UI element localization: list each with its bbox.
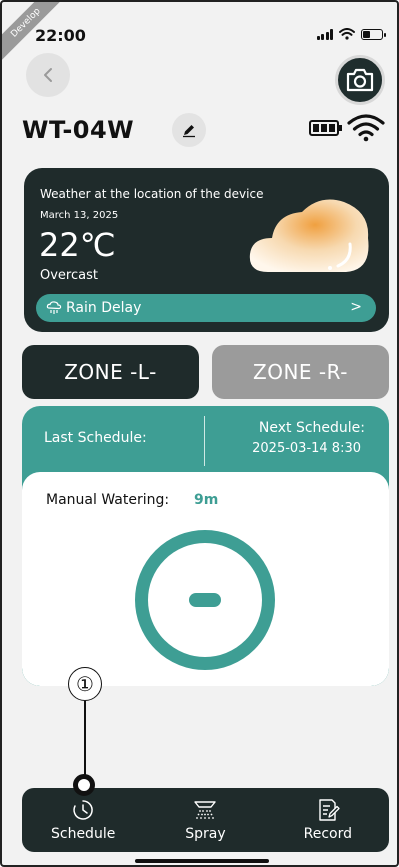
nav-record-label: Record (303, 826, 352, 842)
stop-icon (189, 593, 221, 607)
weather-temperature: 22℃ (39, 226, 116, 264)
status-time: 22:00 (35, 26, 86, 45)
zone-right-tab[interactable]: ZONE -R- (212, 345, 389, 399)
next-schedule-label: Next Schedule: (258, 420, 365, 436)
signal-icon (316, 28, 333, 40)
edit-name-button[interactable] (172, 113, 206, 147)
weather-date: March 13, 2025 (40, 210, 119, 221)
phone-battery-icon (361, 28, 386, 40)
nav-spray-label: Spray (185, 826, 226, 842)
spray-icon (194, 801, 217, 819)
pencil-icon (183, 125, 195, 138)
chevron-left-icon (44, 68, 52, 82)
schedule-card: Last Schedule: Next Schedule: 2025-03-14… (22, 406, 389, 686)
status-bar: Develop 22:00 (2, 2, 397, 65)
nav-spray[interactable]: Spray (155, 798, 255, 842)
watering-toggle-button[interactable] (135, 530, 275, 670)
zone-left-tab[interactable]: ZONE -L- (22, 345, 199, 399)
weather-card: Weather at the location of the device Ma… (24, 168, 389, 332)
back-button[interactable] (26, 53, 70, 97)
camera-button[interactable] (335, 55, 385, 105)
callout-number: ① (68, 667, 102, 701)
rain-cloud-icon (46, 301, 62, 314)
nav-schedule-label: Schedule (50, 826, 116, 842)
manual-watering-panel: Manual Watering: 9m (22, 472, 389, 686)
chevron-right-icon: > (350, 299, 362, 315)
overcast-cloud-icon (249, 199, 369, 272)
nav-schedule[interactable]: Schedule (33, 798, 133, 842)
wifi-icon (347, 114, 385, 142)
app-screen: Develop 22:00 WT-04W Weather at the loca… (0, 0, 399, 867)
bottom-nav: Schedule Spray Record (22, 788, 389, 852)
clock-icon (73, 800, 93, 820)
weather-heading: Weather at the location of the device (40, 187, 264, 201)
record-icon (319, 799, 340, 821)
rain-delay-label: Rain Delay (66, 300, 142, 316)
callout-dot (73, 774, 95, 796)
status-icons (316, 28, 386, 40)
camera-icon (346, 68, 374, 92)
device-name: WT-04W (22, 116, 135, 144)
last-schedule-label: Last Schedule: (44, 430, 147, 446)
weather-condition: Overcast (40, 268, 98, 283)
home-indicator[interactable] (135, 859, 269, 863)
rain-delay-button[interactable]: Rain Delay > (36, 294, 376, 322)
manual-watering-duration[interactable]: 9m (194, 492, 218, 508)
next-schedule-value: 2025-03-14 8:30 (252, 441, 361, 456)
wifi-status-icon (339, 28, 355, 40)
callout-line (84, 701, 86, 777)
battery-icon (309, 120, 342, 136)
schedule-divider (204, 416, 205, 466)
manual-watering-label: Manual Watering: (46, 492, 170, 508)
nav-record[interactable]: Record (278, 798, 378, 842)
